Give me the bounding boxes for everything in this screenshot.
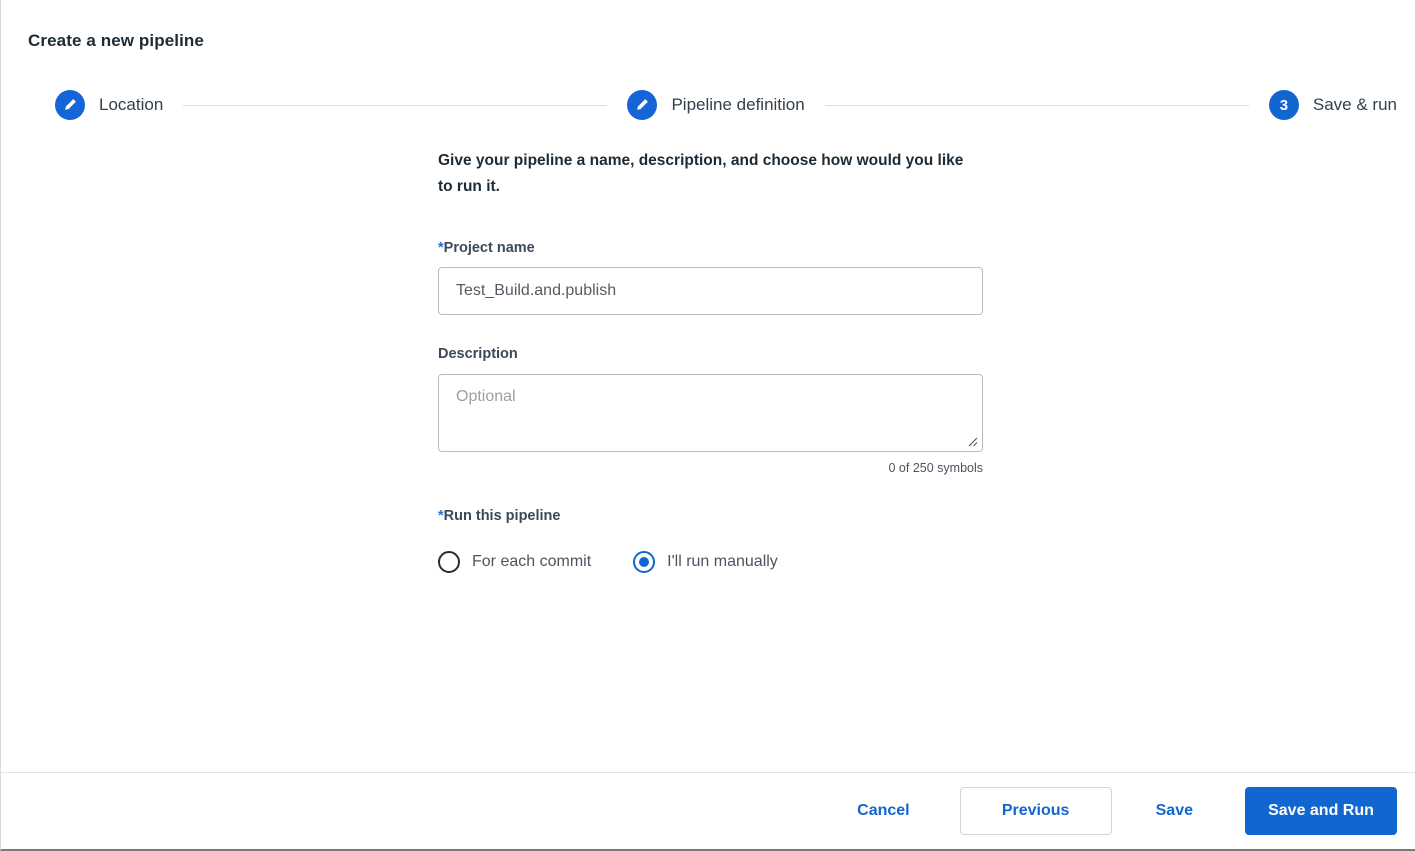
radio-icon-selected[interactable] [633, 551, 656, 574]
save-and-run-button[interactable]: Save and Run [1245, 787, 1397, 835]
stepper-step-location[interactable]: Location [55, 90, 163, 120]
stepper: Location Pipeline definition 3 Save & ru… [55, 86, 1397, 124]
cancel-button[interactable]: Cancel [843, 792, 923, 830]
stepper-step-pipeline-definition[interactable]: Pipeline definition [627, 90, 805, 120]
radio-label-for-each-commit: For each commit [472, 553, 592, 571]
pencil-icon [55, 90, 85, 120]
radio-option-for-each-commit[interactable]: For each commit [438, 551, 592, 574]
radio-label-run-manually: I'll run manually [667, 553, 778, 571]
stepper-connector-2 [824, 104, 1249, 106]
stepper-connector-1 [183, 104, 608, 106]
form-intro-text: Give your pipeline a name, description, … [438, 152, 964, 195]
run-mode-label-text: Run this pipeline [443, 507, 561, 524]
create-pipeline-dialog: Create a new pipeline Location Pipeline … [0, 0, 1415, 851]
description-field-wrap [438, 373, 983, 452]
page-title: Create a new pipeline [28, 31, 204, 50]
project-name-label-text: Project name [443, 240, 535, 256]
stepper-label-save-and-run: Save & run [1312, 95, 1397, 114]
stepper-label-location: Location [99, 95, 164, 114]
stepper-step-save-and-run[interactable]: 3 Save & run [1268, 90, 1397, 120]
pencil-icon [627, 90, 658, 120]
radio-icon-unselected[interactable] [438, 551, 460, 574]
run-mode-label: *Run this pipeline [438, 508, 983, 525]
previous-button[interactable]: Previous [959, 787, 1112, 835]
stepper-label-pipeline-definition: Pipeline definition [671, 95, 805, 114]
radio-option-run-manually[interactable]: I'll run manually [633, 551, 778, 574]
description-char-counter: 0 of 250 symbols [888, 460, 984, 475]
description-label: Description [438, 346, 518, 363]
run-mode-radio-group: For each commit I'll run manually [438, 551, 983, 574]
step-number-label: 3 [1279, 96, 1289, 114]
dialog-footer: Cancel Previous Save Save and Run [1, 773, 1415, 849]
project-name-input[interactable] [438, 267, 983, 316]
save-button[interactable]: Save [1142, 792, 1207, 830]
field-spacer [438, 315, 983, 346]
description-textarea[interactable] [438, 373, 983, 452]
step-number-badge: 3 [1268, 90, 1299, 120]
pipeline-form: Give your pipeline a name, description, … [438, 148, 984, 574]
project-name-label: *Project name [438, 240, 983, 257]
